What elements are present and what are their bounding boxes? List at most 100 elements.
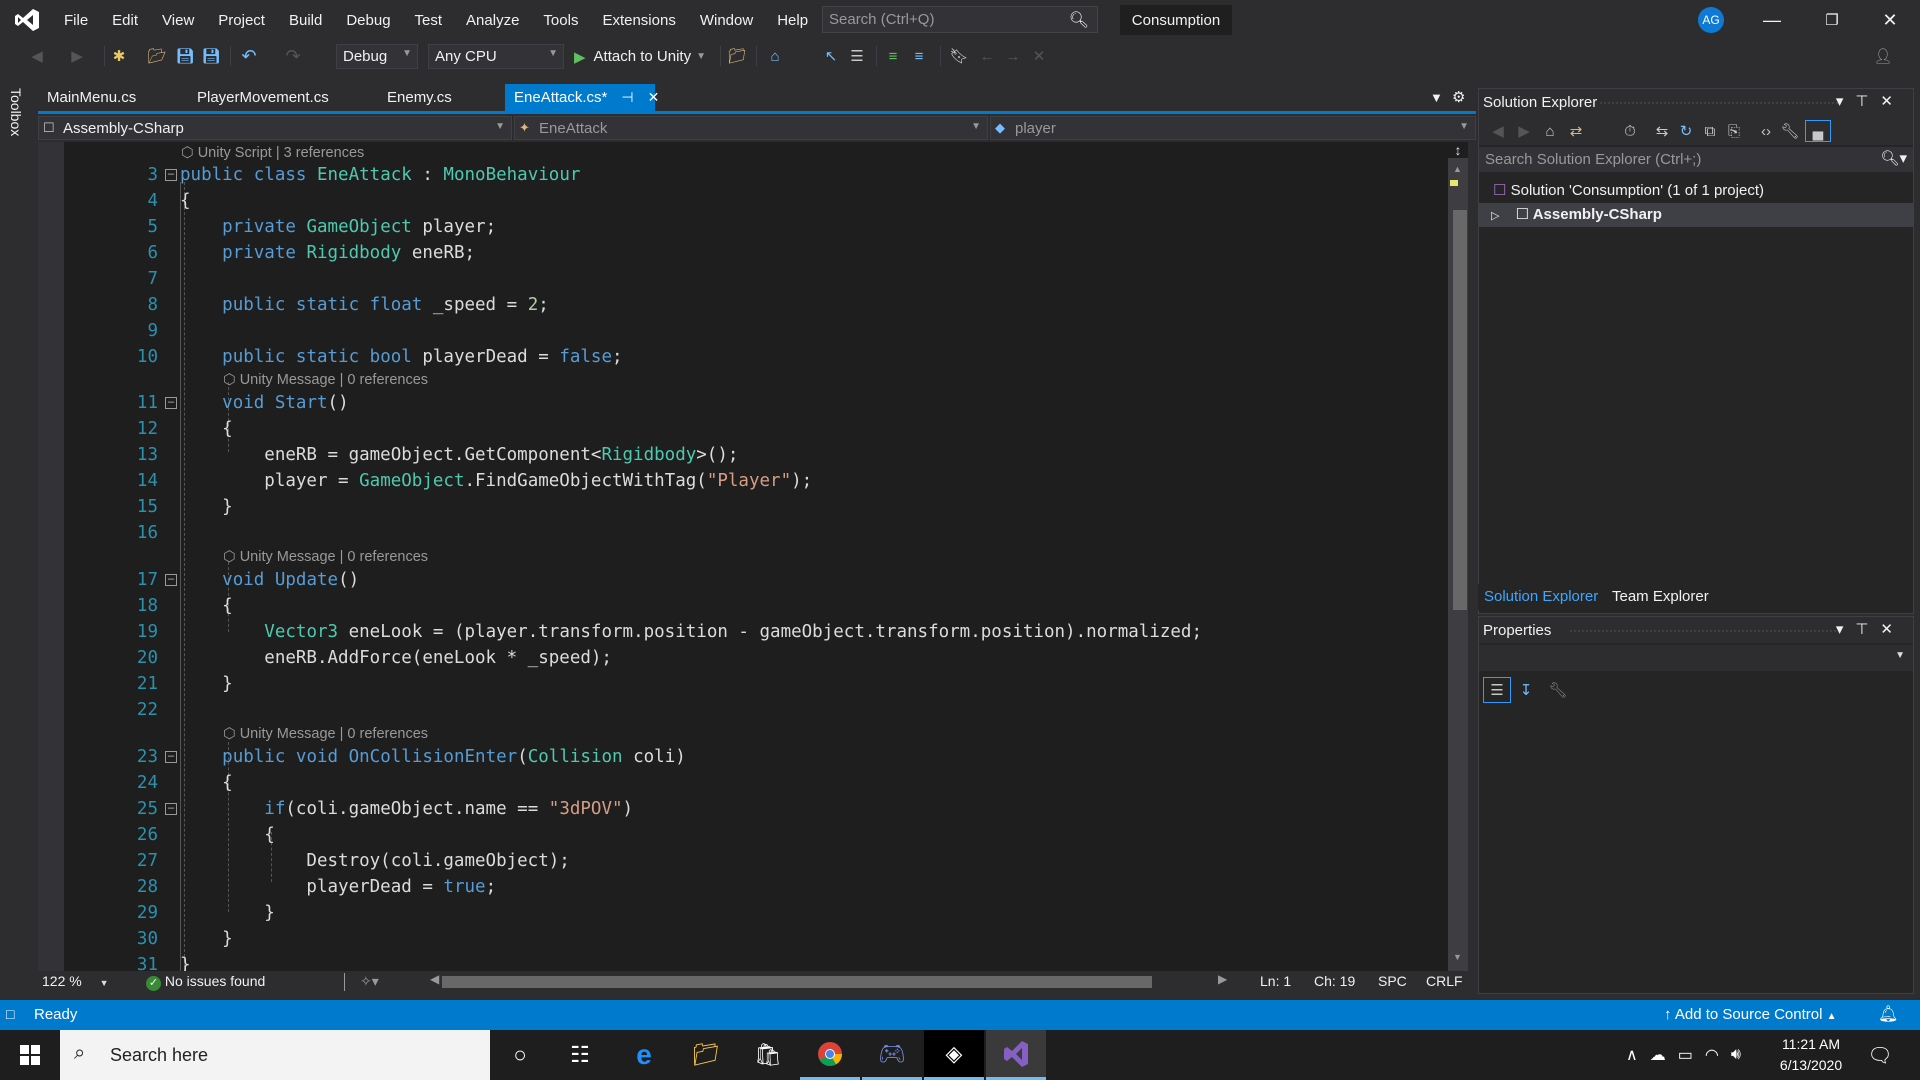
solution-explorer-search[interactable]: Search Solution Explorer (Ctrl+;) 🔍︎▾ bbox=[1479, 147, 1913, 172]
code-cleanup-icon[interactable]: ✧▾ bbox=[360, 973, 379, 990]
minimize-button[interactable]: — bbox=[1752, 6, 1792, 34]
redo-icon[interactable]: ↷ bbox=[282, 45, 304, 67]
expand-icon[interactable]: ▷ bbox=[1491, 210, 1499, 222]
pin-icon[interactable]: ⊤ bbox=[1855, 621, 1880, 638]
menu-file[interactable]: File bbox=[52, 12, 100, 29]
clear-bookmarks-icon[interactable]: ✕ bbox=[1028, 45, 1050, 67]
wifi-icon[interactable]: ◠ bbox=[1705, 1045, 1719, 1065]
bookmark-icon[interactable]: 🔖︎ bbox=[948, 45, 970, 67]
pending-changes-icon[interactable]: ⏱ bbox=[1619, 120, 1641, 142]
tab-solution-explorer[interactable]: Solution Explorer bbox=[1478, 584, 1605, 610]
line-ending-indicator[interactable]: CRLF bbox=[1426, 973, 1463, 989]
sync-icon[interactable]: ⇆ bbox=[1651, 120, 1673, 142]
menu-help[interactable]: Help bbox=[765, 12, 820, 29]
menu-project[interactable]: Project bbox=[206, 12, 277, 29]
chrome-icon[interactable] bbox=[800, 1030, 860, 1080]
scroll-up-icon[interactable]: ▲ bbox=[1453, 164, 1462, 174]
platform-dropdown[interactable]: Any CPU ▼ bbox=[428, 44, 564, 69]
menu-edit[interactable]: Edit bbox=[100, 12, 150, 29]
scroll-right-icon[interactable]: ▶ bbox=[1218, 972, 1227, 986]
dropdown-icon[interactable]: ▾ bbox=[1836, 621, 1856, 638]
configuration-dropdown[interactable]: Debug ▼ bbox=[336, 44, 418, 69]
new-project-icon[interactable]: ✱ bbox=[108, 45, 130, 67]
menu-analyze[interactable]: Analyze bbox=[454, 12, 531, 29]
microsoft-store-icon[interactable]: 🛍︎ bbox=[738, 1030, 798, 1080]
close-tab-icon[interactable]: ✕ bbox=[648, 89, 660, 106]
step-into-icon[interactable]: ☰ bbox=[846, 45, 868, 67]
save-icon[interactable]: 💾︎ bbox=[174, 45, 196, 67]
drag-grip[interactable] bbox=[1599, 101, 1838, 105]
volume-icon[interactable]: 🔊︎ bbox=[1731, 1046, 1741, 1064]
object-selector-dropdown[interactable]: ▼ bbox=[1479, 645, 1913, 671]
collapse-icon[interactable]: − bbox=[165, 750, 177, 763]
whitespace-indicator[interactable]: SPC bbox=[1378, 973, 1407, 989]
codelens-collision[interactable]: ⬡ Unity Message | 0 references bbox=[223, 724, 428, 744]
vertical-scrollbar[interactable]: ↕ ▲ ▼ bbox=[1448, 142, 1468, 972]
tree-item-project[interactable]: ▷ ☐ Assembly-CSharp bbox=[1479, 203, 1913, 227]
start-button[interactable] bbox=[0, 1030, 60, 1080]
visual-studio-taskbar-icon[interactable] bbox=[986, 1030, 1046, 1080]
scrollbar-thumb[interactable] bbox=[1453, 210, 1467, 610]
live-share-icon[interactable]: 👤︎ bbox=[1872, 45, 1894, 67]
select-element-icon[interactable]: ↖ bbox=[820, 45, 842, 67]
close-icon[interactable]: ✕ bbox=[1880, 621, 1905, 638]
codelens-class[interactable]: ⬡ Unity Script | 3 references bbox=[181, 143, 364, 163]
onedrive-icon[interactable]: ☁ bbox=[1650, 1045, 1666, 1065]
switch-views-icon[interactable]: ⇄ bbox=[1565, 120, 1587, 142]
close-icon[interactable]: ✕ bbox=[1880, 93, 1905, 110]
drag-grip[interactable] bbox=[1569, 629, 1838, 633]
menu-extensions[interactable]: Extensions bbox=[590, 12, 687, 29]
tree-item-solution[interactable]: ☐ Solution 'Consumption' (1 of 1 project… bbox=[1479, 179, 1913, 203]
split-editor-icon[interactable]: ↕ bbox=[1448, 142, 1468, 158]
restore-button[interactable]: ❐ bbox=[1812, 6, 1852, 34]
collapse-all-icon[interactable]: ⧉ bbox=[1699, 120, 1721, 142]
find-in-files-icon[interactable]: 📁︎ bbox=[726, 45, 748, 67]
show-all-files-icon[interactable]: ⎘ bbox=[1723, 120, 1745, 142]
navigate-back-icon[interactable]: ◀ bbox=[26, 45, 48, 67]
back-icon[interactable]: ◀ bbox=[1487, 120, 1509, 142]
add-to-source-control-button[interactable]: ↑ Add to Source Control ▲ bbox=[1664, 1006, 1837, 1023]
codelens-start[interactable]: ⬡ Unity Message | 0 references bbox=[223, 370, 428, 390]
unity-icon[interactable]: ◈ bbox=[924, 1030, 984, 1080]
gear-icon[interactable]: ⚙ bbox=[1452, 88, 1465, 106]
collapse-icon[interactable]: − bbox=[165, 573, 177, 586]
taskbar-search-input[interactable]: ⌕ Search here bbox=[60, 1030, 490, 1080]
alphabetical-icon[interactable]: ↧ bbox=[1515, 679, 1537, 701]
categorized-icon[interactable]: ☰ bbox=[1483, 677, 1511, 703]
menu-tools[interactable]: Tools bbox=[531, 12, 590, 29]
uncomment-icon[interactable]: ≡ bbox=[908, 45, 930, 67]
discord-icon[interactable]: 🎮︎ bbox=[862, 1030, 922, 1080]
attach-to-unity-button[interactable]: ▶ Attach to Unity ▼ bbox=[574, 44, 706, 69]
toolbox-strip[interactable]: Toolbox bbox=[0, 84, 30, 994]
open-file-icon[interactable]: 📂︎ bbox=[146, 45, 168, 67]
home-icon[interactable]: ⌂ bbox=[1539, 120, 1561, 142]
cortana-icon[interactable]: ○ bbox=[490, 1030, 550, 1080]
code-editor[interactable]: ⬡ Unity Script | 3 references 3− public c… bbox=[38, 142, 1451, 972]
notifications-bell-icon[interactable]: 🔔︎ bbox=[1878, 1004, 1898, 1024]
task-view-icon[interactable]: ☷ bbox=[550, 1030, 610, 1080]
quick-search-input[interactable]: Search (Ctrl+Q) 🔍︎ bbox=[822, 6, 1098, 33]
collapse-icon[interactable]: − bbox=[165, 168, 177, 181]
collapse-icon[interactable]: − bbox=[165, 802, 177, 815]
user-avatar[interactable]: AG bbox=[1698, 7, 1724, 33]
dropdown-icon[interactable]: ▾ bbox=[1836, 93, 1856, 110]
type-dropdown[interactable]: ✦ EneAttack ▼ bbox=[514, 116, 988, 140]
tab-team-explorer[interactable]: Team Explorer bbox=[1606, 584, 1715, 610]
undo-icon[interactable]: ↶ bbox=[238, 45, 260, 67]
pin-icon[interactable]: ⊣ bbox=[621, 89, 633, 106]
close-window-button[interactable]: ✕ bbox=[1870, 6, 1910, 34]
battery-icon[interactable]: ▭ bbox=[1678, 1045, 1693, 1065]
collapse-icon[interactable]: − bbox=[165, 396, 177, 409]
tab-enemy[interactable]: Enemy.cs bbox=[378, 84, 498, 111]
file-explorer-icon[interactable]: 📁︎ bbox=[676, 1030, 736, 1080]
action-center-icon[interactable]: 🗨︎ bbox=[1850, 1030, 1910, 1080]
navigate-forward-icon[interactable]: ▶ bbox=[66, 45, 88, 67]
pin-icon[interactable]: ⊤ bbox=[1855, 93, 1880, 110]
view-code-icon[interactable]: ‹› bbox=[1755, 120, 1777, 142]
show-hidden-icons-icon[interactable]: ∧ bbox=[1626, 1045, 1638, 1065]
line-indicator[interactable]: Ln: 1 bbox=[1260, 973, 1291, 989]
tab-eneattack[interactable]: EneAttack.cs* ⊣ ✕ bbox=[505, 84, 659, 111]
preview-toggle-icon[interactable]: ▄ bbox=[1805, 120, 1831, 142]
menu-debug[interactable]: Debug bbox=[334, 12, 402, 29]
menu-test[interactable]: Test bbox=[403, 12, 455, 29]
